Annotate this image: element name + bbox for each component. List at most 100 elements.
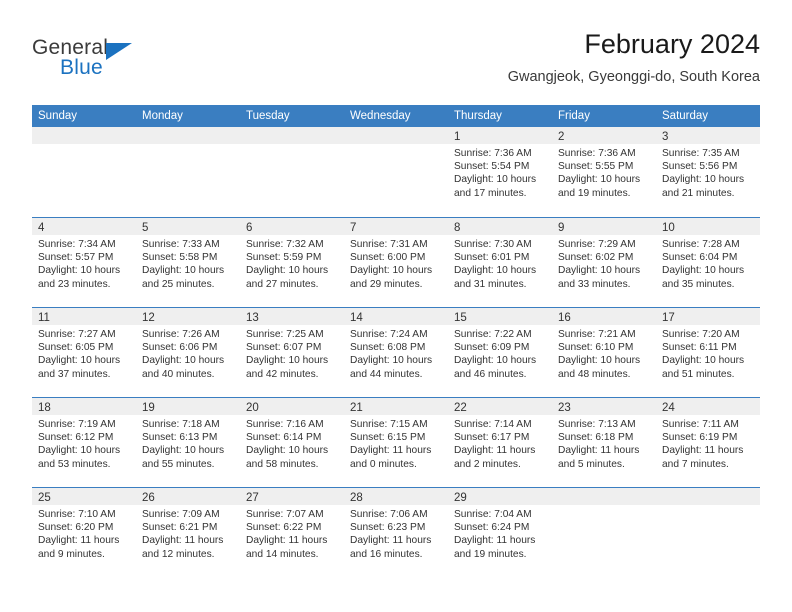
sunrise-text: Sunrise: 7:14 AM (454, 419, 532, 430)
day-cell[interactable]: 15 Sunrise: 7:22 AM Sunset: 6:09 PM Dayl… (448, 308, 552, 397)
sunset-text: Sunset: 5:59 PM (246, 252, 322, 264)
sunrise-text: Sunrise: 7:31 AM (350, 239, 428, 250)
day-number-band: 6 (240, 218, 344, 235)
logo-text-blue: Blue (60, 56, 103, 79)
day-number-band: 20 (240, 398, 344, 415)
week-row: 1 Sunrise: 7:36 AM Sunset: 5:54 PM Dayli… (32, 127, 760, 217)
day-number-band: 5 (136, 218, 240, 235)
sunset-text: Sunset: 6:02 PM (558, 252, 634, 264)
sunset-text: Sunset: 6:14 PM (246, 432, 322, 444)
daylight-text-line2: and 40 minutes. (142, 368, 215, 380)
daylight-text-line2: and 33 minutes. (558, 278, 631, 290)
day-cell[interactable] (656, 488, 760, 577)
day-cell[interactable] (552, 488, 656, 577)
daylight-text-line1: Daylight: 10 hours (662, 265, 745, 277)
day-cell[interactable]: 7 Sunrise: 7:31 AM Sunset: 6:00 PM Dayli… (344, 218, 448, 307)
daylight-text-line2: and 7 minutes. (662, 458, 729, 470)
day-number-band: 11 (32, 308, 136, 325)
daylight-text-line1: Daylight: 10 hours (662, 174, 745, 186)
day-details: Sunrise: 7:29 AM Sunset: 6:02 PM Dayligh… (552, 235, 656, 291)
day-cell[interactable] (240, 127, 344, 217)
sunrise-text: Sunrise: 7:36 AM (558, 148, 636, 159)
sunset-text: Sunset: 6:21 PM (142, 522, 218, 534)
day-number-band: 2 (552, 127, 656, 144)
daylight-text-line2: and 16 minutes. (350, 548, 423, 560)
day-cell[interactable]: 9 Sunrise: 7:29 AM Sunset: 6:02 PM Dayli… (552, 218, 656, 307)
day-cell[interactable]: 3 Sunrise: 7:35 AM Sunset: 5:56 PM Dayli… (656, 127, 760, 217)
sunset-text: Sunset: 6:22 PM (246, 522, 322, 534)
day-cell[interactable]: 25 Sunrise: 7:10 AM Sunset: 6:20 PM Dayl… (32, 488, 136, 577)
day-number: 22 (454, 402, 467, 414)
day-cell[interactable] (32, 127, 136, 217)
day-number-band (240, 127, 344, 144)
daylight-text-line1: Daylight: 10 hours (38, 355, 121, 367)
daylight-text-line2: and 12 minutes. (142, 548, 215, 560)
day-number: 24 (662, 402, 675, 414)
day-number-band: 24 (656, 398, 760, 415)
week-row: 18 Sunrise: 7:19 AM Sunset: 6:12 PM Dayl… (32, 397, 760, 487)
day-number-band: 26 (136, 488, 240, 505)
day-number-band: 12 (136, 308, 240, 325)
day-cell[interactable]: 11 Sunrise: 7:27 AM Sunset: 6:05 PM Dayl… (32, 308, 136, 397)
sunrise-text: Sunrise: 7:29 AM (558, 239, 636, 250)
day-number: 11 (38, 312, 50, 324)
day-details: Sunrise: 7:20 AM Sunset: 6:11 PM Dayligh… (656, 325, 760, 381)
day-details: Sunrise: 7:36 AM Sunset: 5:55 PM Dayligh… (552, 144, 656, 200)
sunset-text: Sunset: 6:13 PM (142, 432, 218, 444)
day-details: Sunrise: 7:31 AM Sunset: 6:00 PM Dayligh… (344, 235, 448, 291)
day-number-band: 9 (552, 218, 656, 235)
daylight-text-line1: Daylight: 10 hours (38, 265, 121, 277)
day-number-band: 4 (32, 218, 136, 235)
daylight-text-line2: and 14 minutes. (246, 548, 319, 560)
day-number-band (136, 127, 240, 144)
weekday-header-tuesday: Tuesday (246, 110, 290, 122)
daylight-text-line2: and 27 minutes. (246, 278, 319, 290)
day-cell[interactable]: 1 Sunrise: 7:36 AM Sunset: 5:54 PM Dayli… (448, 127, 552, 217)
day-cell[interactable]: 17 Sunrise: 7:20 AM Sunset: 6:11 PM Dayl… (656, 308, 760, 397)
week-row: 4 Sunrise: 7:34 AM Sunset: 5:57 PM Dayli… (32, 217, 760, 307)
day-cell[interactable]: 21 Sunrise: 7:15 AM Sunset: 6:15 PM Dayl… (344, 398, 448, 487)
day-cell[interactable]: 12 Sunrise: 7:26 AM Sunset: 6:06 PM Dayl… (136, 308, 240, 397)
day-number: 7 (350, 222, 357, 234)
day-cell[interactable]: 29 Sunrise: 7:04 AM Sunset: 6:24 PM Dayl… (448, 488, 552, 577)
day-cell[interactable]: 23 Sunrise: 7:13 AM Sunset: 6:18 PM Dayl… (552, 398, 656, 487)
day-number-band: 10 (656, 218, 760, 235)
day-cell[interactable]: 27 Sunrise: 7:07 AM Sunset: 6:22 PM Dayl… (240, 488, 344, 577)
day-cell[interactable]: 24 Sunrise: 7:11 AM Sunset: 6:19 PM Dayl… (656, 398, 760, 487)
daylight-text-line2: and 44 minutes. (350, 368, 423, 380)
day-cell[interactable]: 6 Sunrise: 7:32 AM Sunset: 5:59 PM Dayli… (240, 218, 344, 307)
day-cell[interactable]: 19 Sunrise: 7:18 AM Sunset: 6:13 PM Dayl… (136, 398, 240, 487)
day-cell[interactable]: 16 Sunrise: 7:21 AM Sunset: 6:10 PM Dayl… (552, 308, 656, 397)
day-number-band: 27 (240, 488, 344, 505)
day-details: Sunrise: 7:11 AM Sunset: 6:19 PM Dayligh… (656, 415, 760, 471)
day-cell[interactable]: 10 Sunrise: 7:28 AM Sunset: 6:04 PM Dayl… (656, 218, 760, 307)
day-cell[interactable]: 8 Sunrise: 7:30 AM Sunset: 6:01 PM Dayli… (448, 218, 552, 307)
day-details: Sunrise: 7:10 AM Sunset: 6:20 PM Dayligh… (32, 505, 136, 561)
day-number-band: 14 (344, 308, 448, 325)
day-cell[interactable]: 18 Sunrise: 7:19 AM Sunset: 6:12 PM Dayl… (32, 398, 136, 487)
day-cell[interactable]: 26 Sunrise: 7:09 AM Sunset: 6:21 PM Dayl… (136, 488, 240, 577)
daylight-text-line2: and 25 minutes. (142, 278, 215, 290)
daylight-text-line1: Daylight: 10 hours (558, 355, 641, 367)
day-number-band: 21 (344, 398, 448, 415)
day-cell[interactable]: 13 Sunrise: 7:25 AM Sunset: 6:07 PM Dayl… (240, 308, 344, 397)
day-cell[interactable] (344, 127, 448, 217)
day-cell[interactable]: 14 Sunrise: 7:24 AM Sunset: 6:08 PM Dayl… (344, 308, 448, 397)
day-cell[interactable]: 5 Sunrise: 7:33 AM Sunset: 5:58 PM Dayli… (136, 218, 240, 307)
day-cell[interactable]: 20 Sunrise: 7:16 AM Sunset: 6:14 PM Dayl… (240, 398, 344, 487)
day-details: Sunrise: 7:16 AM Sunset: 6:14 PM Dayligh… (240, 415, 344, 471)
day-details: Sunrise: 7:15 AM Sunset: 6:15 PM Dayligh… (344, 415, 448, 471)
sunrise-text: Sunrise: 7:19 AM (38, 419, 116, 430)
day-cell[interactable] (136, 127, 240, 217)
sunrise-text: Sunrise: 7:13 AM (558, 419, 636, 430)
day-details: Sunrise: 7:14 AM Sunset: 6:17 PM Dayligh… (448, 415, 552, 471)
day-cell[interactable]: 2 Sunrise: 7:36 AM Sunset: 5:55 PM Dayli… (552, 127, 656, 217)
day-cell[interactable]: 4 Sunrise: 7:34 AM Sunset: 5:57 PM Dayli… (32, 218, 136, 307)
sunrise-text: Sunrise: 7:26 AM (142, 329, 220, 340)
day-cell[interactable]: 22 Sunrise: 7:14 AM Sunset: 6:17 PM Dayl… (448, 398, 552, 487)
daylight-text-line2: and 55 minutes. (142, 458, 215, 470)
day-cell[interactable]: 28 Sunrise: 7:06 AM Sunset: 6:23 PM Dayl… (344, 488, 448, 577)
daylight-text-line1: Daylight: 10 hours (246, 355, 329, 367)
sunrise-text: Sunrise: 7:32 AM (246, 239, 324, 250)
day-details: Sunrise: 7:24 AM Sunset: 6:08 PM Dayligh… (344, 325, 448, 381)
